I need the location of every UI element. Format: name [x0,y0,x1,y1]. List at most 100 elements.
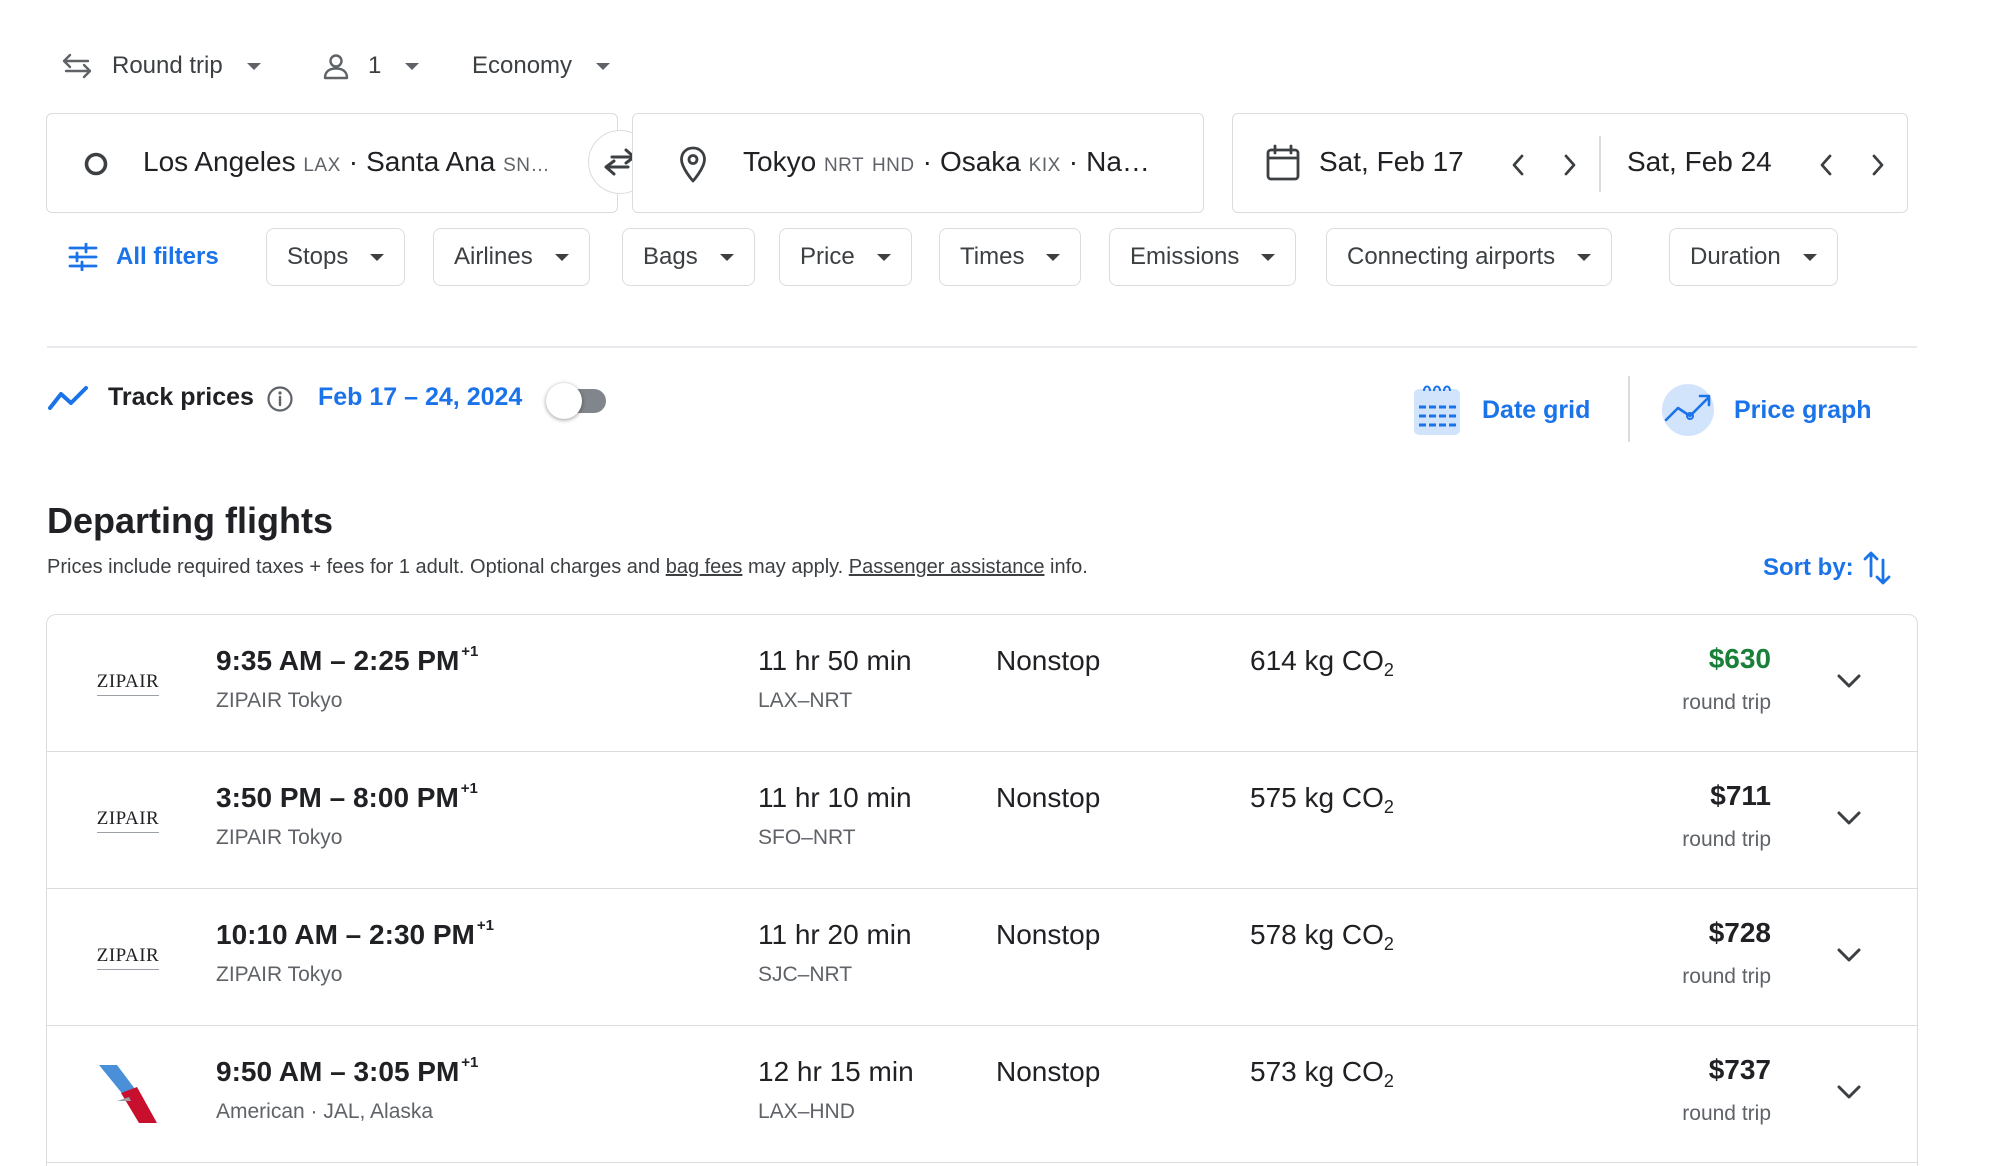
flight-row[interactable]: ZIPAIR 10:10 AM – 2:30 PM +1 ZIPAIR Tokyo… [47,889,1917,1026]
filter-label: Stops [287,243,349,270]
return-prev-day-button[interactable] [1811,150,1841,180]
filter-stops[interactable]: Stops [266,228,406,286]
section-divider [47,346,1917,348]
disclaimer-text: info. [1044,556,1088,578]
airline-logo [93,1062,163,1126]
price-type: round trip [1682,965,1771,988]
chevron-down-icon [719,253,734,261]
flight-duration: 11 hr 10 min [758,782,912,813]
zipair-logo-text: ZIPAIR [96,671,160,696]
price-type: round trip [1682,1102,1771,1125]
location-pin-icon [679,146,707,184]
price-graph-icon [1660,382,1716,438]
origin-value: Los Angeles LAX · Santa Ana SN… [143,146,551,177]
flight-emissions: 575 kg CO2 [1250,782,1394,817]
flight-price: $630 [1708,643,1771,674]
date-grid-label: Date grid [1482,395,1591,424]
filter-times[interactable]: Times [939,228,1082,286]
filter-label: Duration [1690,243,1781,270]
chevron-down-icon [554,253,569,261]
filter-emissions[interactable]: Emissions [1109,228,1297,286]
track-prices-toggle[interactable] [546,383,610,419]
date-grid-button[interactable]: Date grid [1412,380,1590,440]
airline-logo: ZIPAIR [93,788,163,852]
filter-bags[interactable]: Bags [622,228,755,286]
flight-list: ZIPAIR 9:35 AM – 2:25 PM +1 ZIPAIR Tokyo … [46,614,1918,1166]
zipair-logo-text: ZIPAIR [96,945,160,970]
calendar-icon [1265,144,1301,182]
chevron-down-icon [1837,811,1861,825]
info-icon[interactable] [266,385,294,413]
airline-logo: ZIPAIR [93,925,163,989]
chevron-down-icon [246,62,261,70]
flight-route: SJC–NRT [758,963,853,986]
flight-stops: Nonstop [996,645,1101,676]
chevron-down-icon [1837,948,1861,962]
flight-row[interactable]: ZIPAIR 3:50 PM – 8:00 PM +1 ZIPAIR Tokyo … [47,752,1917,889]
cabin-class-label: Economy [472,52,573,79]
american-airlines-logo [99,1065,157,1123]
sort-by-label: Sort by: [1763,554,1854,581]
flight-row[interactable]: ZIPAIR 9:35 AM – 2:25 PM +1 ZIPAIR Tokyo … [47,615,1917,752]
flight-times: 9:50 AM – 3:05 PM +1 [216,1054,479,1087]
return-date[interactable]: Sat, Feb 24 [1627,146,1772,178]
flight-route: LAX–HND [758,1100,855,1123]
swap-horizontal-icon [62,53,92,79]
flight-duration: 12 hr 15 min [758,1056,914,1087]
trip-type-select[interactable]: Round trip [62,44,261,88]
flight-price: $728 [1708,917,1771,948]
carrier-name: American · JAL, Alaska [216,1100,434,1123]
flight-route: LAX–NRT [758,689,853,712]
expand-flight-button[interactable] [1829,798,1869,838]
carrier-name: ZIPAIR Tokyo [216,689,343,712]
view-divider [1628,376,1630,442]
sort-by-button[interactable]: Sort by: [1763,550,1892,586]
filter-price[interactable]: Price [779,228,912,286]
flight-emissions: 578 kg CO2 [1250,919,1394,954]
filter-label: Times [960,243,1025,270]
chevron-down-icon [1046,253,1061,261]
date-grid-icon [1412,383,1462,437]
passenger-assistance-link[interactable]: Passenger assistance [849,556,1045,578]
dates-input: Sat, Feb 17 Sat, Feb 24 [1232,113,1908,213]
depart-next-day-button[interactable] [1555,150,1585,180]
filter-connecting-airports[interactable]: Connecting airports [1326,228,1613,286]
flight-price: $737 [1708,1054,1771,1085]
date-divider [1599,136,1601,192]
filter-duration[interactable]: Duration [1669,228,1838,286]
price-disclaimer: Prices include required taxes + fees for… [47,556,1088,579]
chevron-down-icon [1837,1085,1861,1099]
expand-flight-button[interactable] [1829,661,1869,701]
carrier-name: ZIPAIR Tokyo [216,826,343,849]
sort-arrows-icon [1862,550,1892,586]
carrier-name: ZIPAIR Tokyo [216,963,343,986]
airline-logo: ZIPAIR [93,651,163,715]
origin-input[interactable]: Los Angeles LAX · Santa Ana SN… [46,113,618,213]
destination-input[interactable]: Tokyo NRT HND · Osaka KIX · Na… [632,113,1204,213]
trending-line-icon [47,384,89,412]
depart-prev-day-button[interactable] [1503,150,1533,180]
expand-flight-button[interactable] [1829,1072,1869,1112]
chevron-down-icon [1802,253,1817,261]
passengers-select[interactable]: 1 [322,44,420,88]
price-graph-label: Price graph [1734,395,1872,424]
chevron-down-icon [1261,253,1276,261]
cabin-class-select[interactable]: Economy [472,44,611,88]
all-filters-button[interactable]: All filters [68,228,219,286]
flight-price: $711 [1710,780,1771,811]
price-type: round trip [1682,828,1771,851]
flight-stops: Nonstop [996,1056,1101,1087]
departing-flights-heading: Departing flights [47,500,333,541]
price-graph-button[interactable]: Price graph [1660,380,1872,440]
depart-date[interactable]: Sat, Feb 17 [1319,146,1464,178]
chevron-down-icon [405,62,420,70]
disclaimer-text: Prices include required taxes + fees for… [47,556,666,578]
disclaimer-text: may apply. [742,556,849,578]
flight-row[interactable]: 9:50 AM – 3:05 PM +1 American · JAL, Alas… [47,1026,1917,1163]
all-filters-label: All filters [116,243,219,270]
bag-fees-link[interactable]: bag fees [666,556,743,578]
expand-flight-button[interactable] [1829,935,1869,975]
origin-circle-icon [83,151,109,177]
filter-airlines[interactable]: Airlines [433,228,590,286]
return-next-day-button[interactable] [1863,150,1893,180]
